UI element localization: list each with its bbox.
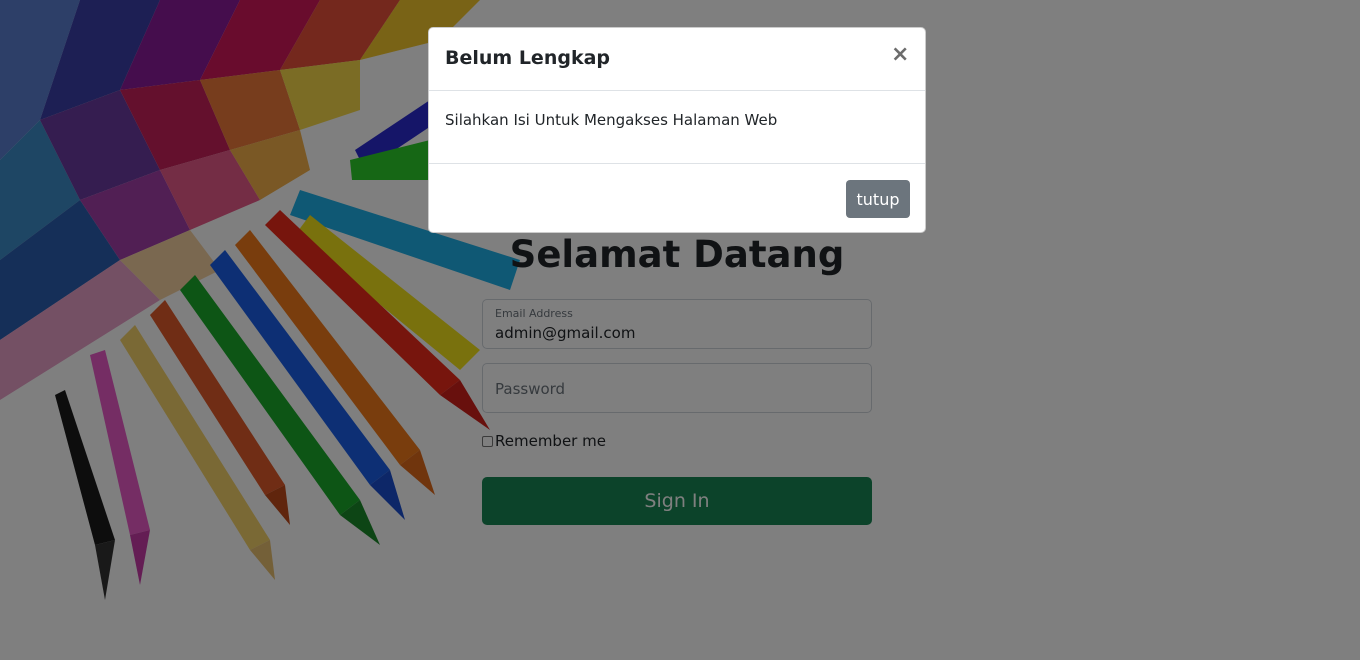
modal-message: Silahkan Isi Untuk Mengakses Halaman Web	[445, 111, 778, 129]
modal-header: Belum Lengkap ×	[429, 28, 925, 91]
close-icon[interactable]: ×	[891, 44, 909, 66]
login-page: Selamat Datang Email Address admin@gmail…	[0, 0, 1360, 660]
modal-body: Silahkan Isi Untuk Mengakses Halaman Web	[429, 91, 925, 164]
incomplete-modal: Belum Lengkap × Silahkan Isi Untuk Menga…	[428, 27, 926, 233]
modal-title: Belum Lengkap	[445, 47, 610, 69]
modal-footer: tutup	[429, 164, 925, 232]
close-button[interactable]: tutup	[846, 180, 910, 218]
